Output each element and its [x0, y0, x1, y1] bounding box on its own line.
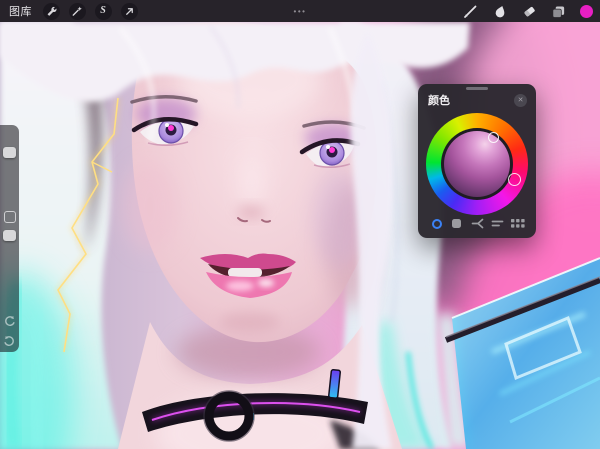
harmony-tab-icon — [471, 217, 484, 230]
close-icon[interactable]: ✕ — [514, 94, 527, 107]
transform-arrow-icon — [124, 6, 135, 17]
palettes-tab-icon — [511, 219, 525, 229]
tab-disc[interactable] — [429, 216, 444, 231]
brush-sidebar — [0, 125, 19, 352]
wrench-icon — [45, 5, 57, 17]
opacity-slider[interactable] — [3, 230, 16, 241]
undo-button[interactable] — [3, 315, 16, 328]
tab-value[interactable] — [490, 216, 505, 231]
color-panel: 颜色 ✕ — [418, 84, 536, 238]
eraser-icon[interactable] — [522, 4, 537, 19]
tab-harmony[interactable] — [470, 216, 485, 231]
undo-icon — [3, 315, 16, 328]
top-toolbar: 图库 S ••• — [0, 0, 600, 22]
disc-tab-icon — [432, 219, 442, 229]
redo-icon — [3, 335, 16, 348]
value-tab-icon — [491, 217, 504, 230]
selection-button[interactable]: S — [95, 3, 112, 20]
layers-icon[interactable] — [551, 4, 566, 19]
saturation-selector[interactable] — [488, 132, 499, 143]
tab-classic[interactable] — [449, 216, 464, 231]
selection-s-icon: S — [100, 6, 106, 16]
saturation-disc[interactable] — [444, 131, 510, 197]
canvas-more-menu[interactable]: ••• — [294, 0, 307, 22]
brush-size-slider[interactable] — [3, 147, 16, 158]
brush-icon[interactable] — [462, 3, 479, 20]
color-panel-title: 颜色 — [428, 92, 450, 108]
magic-wand-icon — [71, 5, 83, 17]
adjustments-button[interactable] — [69, 3, 86, 20]
classic-tab-icon — [452, 219, 461, 228]
gallery-button[interactable]: 图库 — [0, 3, 38, 19]
color-wheel[interactable] — [426, 113, 528, 215]
transform-button[interactable] — [121, 3, 138, 20]
color-panel-tabs — [418, 216, 536, 231]
modify-button[interactable] — [4, 211, 16, 223]
earring — [329, 370, 341, 399]
redo-button[interactable] — [3, 335, 16, 348]
panel-drag-handle[interactable] — [466, 87, 488, 90]
current-color-swatch[interactable] — [580, 5, 593, 18]
actions-button[interactable] — [43, 3, 60, 20]
tab-palettes[interactable] — [510, 216, 525, 231]
hue-selector[interactable] — [508, 173, 521, 186]
smudge-finger-icon[interactable] — [493, 4, 508, 19]
